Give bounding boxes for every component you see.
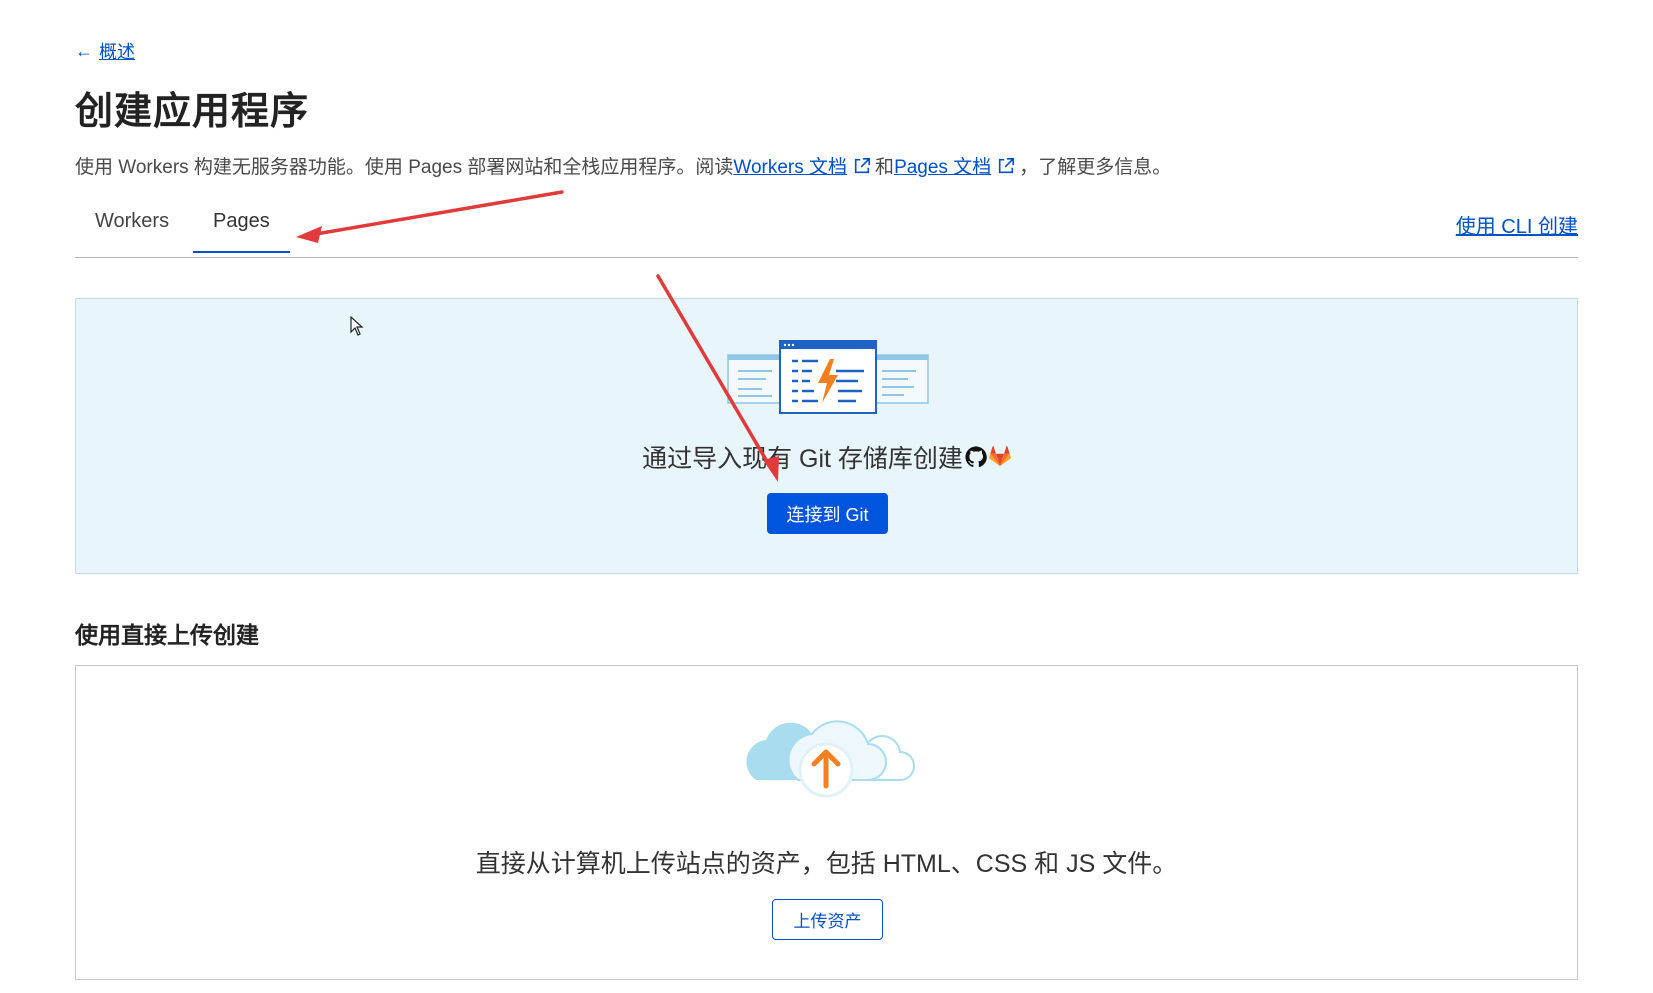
tab-workers[interactable]: Workers bbox=[75, 210, 189, 251]
pages-docs-link[interactable]: Pages 文档 bbox=[894, 152, 991, 179]
arrow-left-icon: ← bbox=[75, 41, 93, 61]
direct-upload-card: 直接从计算机上传站点的资产，包括 HTML、CSS 和 JS 文件。 上传资产 bbox=[75, 665, 1578, 980]
back-link-label: 概述 bbox=[99, 42, 135, 62]
external-link-icon[interactable] bbox=[997, 157, 1015, 175]
upload-assets-button[interactable]: 上传资产 bbox=[772, 899, 883, 940]
github-icon bbox=[965, 446, 987, 468]
cursor-icon bbox=[350, 316, 364, 336]
git-import-text-row: 通过导入现有 Git 存储库创建 bbox=[76, 439, 1577, 475]
page-root: ← 概述 创建应用程序 使用 Workers 构建无服务器功能。使用 Pages… bbox=[0, 0, 1653, 993]
app-type-tabs: Workers Pages 使用 CLI 创建 bbox=[75, 198, 1578, 258]
create-with-cli-link[interactable]: 使用 CLI 创建 bbox=[1456, 210, 1578, 239]
page-description: 使用 Workers 构建无服务器功能。使用 Pages 部署网站和全栈应用程序… bbox=[75, 152, 1171, 179]
tab-pages[interactable]: Pages bbox=[193, 210, 290, 253]
direct-upload-title: 使用直接上传创建 bbox=[75, 622, 259, 648]
git-import-text: 通过导入现有 Git 存储库创建 bbox=[642, 445, 963, 473]
external-link-icon[interactable] bbox=[853, 157, 871, 175]
git-import-card: 通过导入现有 Git 存储库创建 连接到 Git bbox=[75, 298, 1578, 574]
page-title: 创建应用程序 bbox=[75, 91, 310, 133]
code-editor-illustration bbox=[727, 340, 929, 414]
description-text-3: ，了解更多信息。 bbox=[1019, 157, 1172, 178]
connect-to-git-button[interactable]: 连接到 Git bbox=[767, 493, 888, 534]
description-text-2: 和 bbox=[875, 157, 895, 178]
description-text-1: 使用 Workers 构建无服务器功能。使用 Pages 部署网站和全栈应用程序… bbox=[75, 157, 734, 178]
direct-upload-text: 直接从计算机上传站点的资产，包括 HTML、CSS 和 JS 文件。 bbox=[475, 850, 1178, 878]
workers-docs-link[interactable]: Workers 文档 bbox=[733, 152, 847, 179]
cloud-upload-illustration bbox=[746, 720, 915, 798]
gitlab-icon bbox=[988, 446, 1011, 467]
back-link-overview[interactable]: ← 概述 bbox=[75, 38, 135, 64]
